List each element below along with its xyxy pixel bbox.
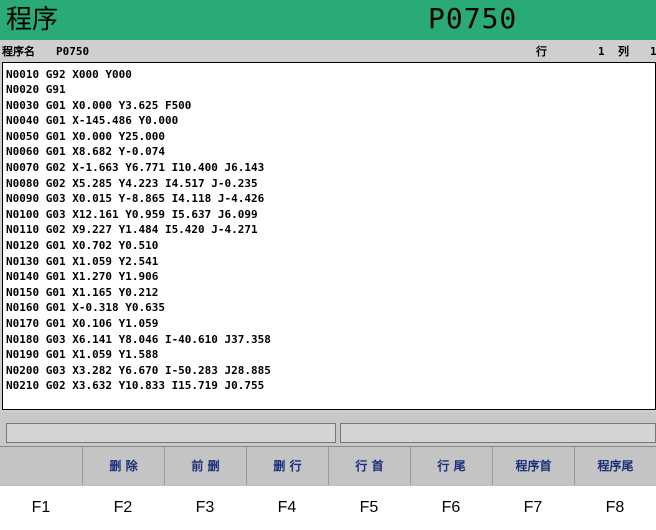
- code-line[interactable]: N0210 G02 X3.632 Y10.833 I15.719 J0.755: [6, 378, 264, 393]
- softkey-line-start[interactable]: 行 首: [328, 447, 410, 485]
- code-line[interactable]: N0150 G01 X1.165 Y0.212: [6, 285, 158, 300]
- code-line[interactable]: N0010 G92 X000 Y000: [6, 67, 132, 82]
- column-label: 列: [618, 45, 629, 58]
- code-line[interactable]: N0200 G03 X3.282 Y6.670 I-50.283 J28.885: [6, 363, 271, 378]
- code-line[interactable]: N0190 G01 X1.059 Y1.588: [6, 347, 158, 362]
- input-box[interactable]: [340, 423, 656, 443]
- fkey-label: F4: [277, 499, 297, 516]
- code-line[interactable]: N0180 G03 X6.141 Y8.046 I-40.610 J37.358: [6, 332, 271, 347]
- fkey-label: F7: [523, 499, 543, 516]
- code-line[interactable]: N0050 G01 X0.000 Y25.000: [6, 129, 165, 144]
- softkey-backspace[interactable]: 前 删: [164, 447, 246, 485]
- code-line[interactable]: N0020 G91: [6, 82, 66, 97]
- message-box: [6, 423, 336, 443]
- code-line[interactable]: N0120 G01 X0.702 Y0.510: [6, 238, 158, 253]
- softkey-1[interactable]: [0, 447, 82, 485]
- code-line[interactable]: N0040 G01 X-145.486 Y0.000: [6, 113, 178, 128]
- screen-title: 程序: [6, 5, 59, 35]
- code-line[interactable]: N0110 G02 X9.227 Y1.484 I5.420 J-4.271: [6, 222, 258, 237]
- column-value: 1: [650, 45, 656, 58]
- title-bar: 程序 P0750: [0, 0, 656, 40]
- fkey-label: F5: [359, 499, 379, 516]
- softkey-delete[interactable]: 删 除: [82, 447, 164, 485]
- softkey-program-end[interactable]: 程序尾: [574, 447, 656, 485]
- code-line[interactable]: N0060 G01 X8.682 Y-0.074: [6, 144, 165, 159]
- code-line[interactable]: N0160 G01 X-0.318 Y0.635: [6, 300, 165, 315]
- program-name-label: 程序名: [2, 45, 35, 58]
- fkey-label: F2: [113, 499, 133, 516]
- softkey-delete-line[interactable]: 删 行: [246, 447, 328, 485]
- fkey-label: F6: [441, 499, 461, 516]
- program-editor[interactable]: N0010 G92 X000 Y000 N0020 G91 N0030 G01 …: [2, 62, 656, 410]
- code-line[interactable]: N0100 G03 X12.161 Y0.959 I5.637 J6.099: [6, 207, 258, 222]
- softkey-program-start[interactable]: 程序首: [492, 447, 574, 485]
- row-value: 1: [598, 45, 605, 58]
- code-line[interactable]: N0080 G02 X5.285 Y4.223 I4.517 J-0.235: [6, 176, 258, 191]
- softkey-line-end[interactable]: 行 尾: [410, 447, 492, 485]
- program-number-title: P0750: [428, 2, 518, 35]
- code-line[interactable]: N0170 G01 X0.106 Y1.059: [6, 316, 158, 331]
- code-line[interactable]: N0130 G01 X1.059 Y2.541: [6, 254, 158, 269]
- fkey-label: F3: [195, 499, 215, 516]
- program-name-value: P0750: [56, 45, 90, 58]
- row-label: 行: [536, 45, 547, 58]
- code-line[interactable]: N0030 G01 X0.000 Y3.625 F500: [6, 98, 191, 113]
- code-line[interactable]: N0090 G03 X0.015 Y-8.865 I4.118 J-4.426: [6, 191, 264, 206]
- program-info-bar: 程序名 P0750 行 1 列 1: [0, 42, 656, 62]
- code-line[interactable]: N0070 G02 X-1.663 Y6.771 I10.400 J6.143: [6, 160, 264, 175]
- code-line[interactable]: N0140 G01 X1.270 Y1.906: [6, 269, 158, 284]
- fkey-label: F8: [605, 499, 625, 516]
- fkey-label: F1: [31, 499, 51, 516]
